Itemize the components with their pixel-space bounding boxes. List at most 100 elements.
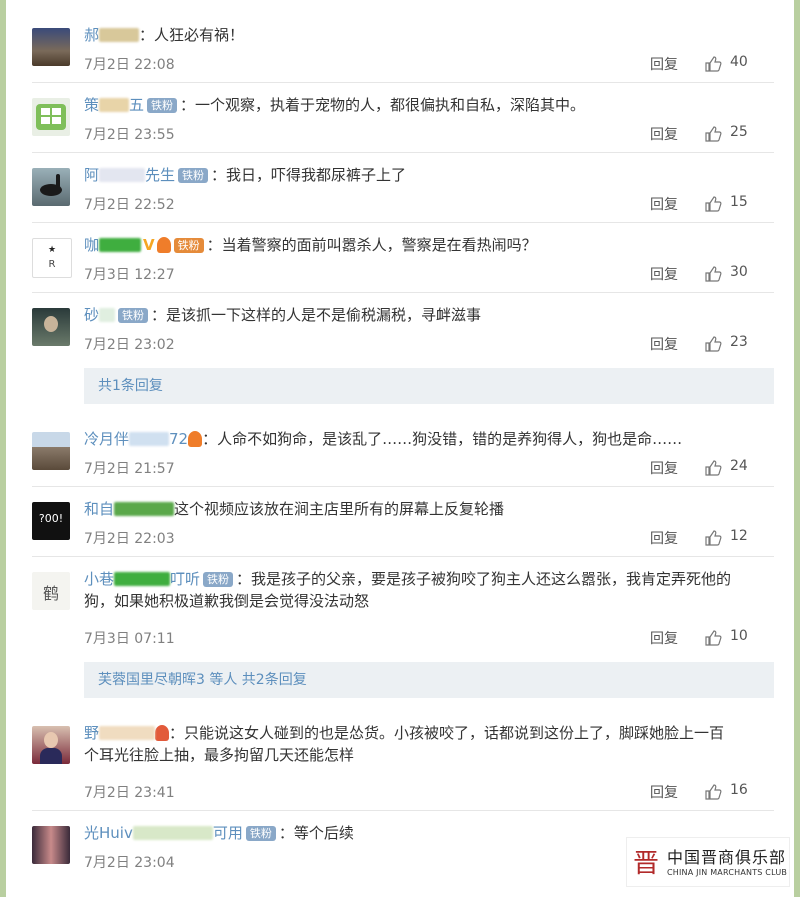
reply-button[interactable]: 回复: [650, 458, 678, 478]
thumbs-up-icon: [705, 530, 722, 546]
fan-medal-icon: [155, 725, 170, 741]
timestamp: 7月2日 22:52: [84, 197, 175, 213]
username[interactable]: 策: [84, 96, 99, 114]
thumbs-up-icon: [705, 266, 722, 282]
like-count: 15: [730, 194, 748, 210]
fan-medal-icon: [188, 431, 203, 447]
redacted-name: [99, 28, 140, 42]
fan-badge: 铁粉: [147, 98, 178, 113]
thumbs-up-icon: [705, 56, 722, 72]
divider: [32, 292, 774, 293]
timestamp: 7月2日 23:04: [84, 855, 175, 871]
comment-meta: 7月2日 22:03 回复 12: [84, 528, 774, 548]
reply-button[interactable]: 回复: [650, 782, 678, 802]
comment-meta: 7月3日 07:11 回复 10: [84, 628, 774, 648]
comment-text: ：我是孩子的父亲，要是孩子被狗咬了狗主人还这么嚣张，我肯定弄死他的: [236, 570, 732, 588]
redacted-name: [99, 726, 156, 740]
avatar[interactable]: [32, 168, 70, 206]
avatar[interactable]: [32, 28, 70, 66]
comment-meta: 7月3日 12:27 回复 30: [84, 264, 774, 284]
comment-text: ：是该抓一下这样的人是不是偷税漏税，寻衅滋事: [151, 306, 482, 324]
redacted-name: [99, 308, 116, 322]
username[interactable]: 光Huiv: [84, 824, 133, 842]
comment-text: ：只能说这女人碰到的也是怂货。小孩被咬了，话都说到这份上了，脚踩她脸上一百: [169, 724, 725, 742]
timestamp: 7月2日 23:55: [84, 127, 175, 143]
redacted-name: [114, 502, 175, 516]
username[interactable]: 阿: [84, 166, 99, 184]
thumbs-up-icon: [705, 196, 722, 212]
username[interactable]: 和自: [84, 500, 114, 518]
watermark-emblem: 晋: [633, 849, 660, 879]
avatar[interactable]: [32, 826, 70, 864]
like-count: 30: [730, 264, 748, 280]
page-frame-right: [794, 0, 800, 897]
username[interactable]: 郝: [84, 26, 99, 44]
like-count: 40: [730, 54, 748, 70]
redacted-name: [99, 238, 142, 252]
username-suffix[interactable]: 叮听: [170, 570, 200, 588]
redacted-name: [99, 98, 130, 112]
comment-meta: 7月2日 22:52 回复 15: [84, 194, 774, 214]
redacted-name: [132, 826, 213, 840]
username-suffix[interactable]: 五: [129, 96, 144, 114]
comment-meta: 7月2日 23:02 回复 23: [84, 334, 774, 354]
avatar[interactable]: [32, 308, 70, 346]
username[interactable]: 砂: [84, 306, 99, 324]
username[interactable]: 野: [84, 724, 99, 742]
username-suffix[interactable]: 72: [169, 430, 188, 448]
comment-text: 这个视频应该放在涧主店里所有的屏幕上反复轮播: [174, 500, 505, 518]
avatar[interactable]: [32, 432, 70, 470]
reply-button[interactable]: 回复: [650, 528, 678, 548]
redacted-name: [99, 168, 146, 182]
fan-badge: 铁粉: [178, 168, 209, 183]
avatar[interactable]: 鹤: [32, 572, 70, 610]
timestamp: 7月2日 21:57: [84, 461, 175, 477]
divider: [32, 486, 774, 487]
thumbs-up-icon: [705, 336, 722, 352]
thumbs-up-icon: [705, 784, 722, 800]
like-count: 10: [730, 628, 748, 644]
divider: [32, 556, 774, 557]
comment-text: ：人狂必有祸！: [139, 26, 245, 44]
username[interactable]: 咖: [84, 236, 99, 254]
avatar[interactable]: ?00!: [32, 502, 70, 540]
comment-meta: 7月2日 23:55 回复 25: [84, 124, 774, 144]
comment-text: ：等个后续: [278, 824, 354, 842]
divider: [32, 152, 774, 153]
username-suffix[interactable]: 可用: [213, 824, 243, 842]
comment-text: ：人命不如狗命，是该乱了……狗没错，错的是养狗得人，狗也是命……: [202, 430, 683, 448]
avatar[interactable]: [32, 98, 70, 136]
like-count: 25: [730, 124, 748, 140]
fan-badge: 铁粉: [173, 238, 204, 253]
username[interactable]: 冷月伴: [84, 430, 129, 448]
timestamp: 7月3日 12:27: [84, 267, 175, 283]
comment-text-continued: 狗，如果她积极道歉我倒是会觉得没法动怒: [84, 592, 370, 610]
username[interactable]: 小巷: [84, 570, 114, 588]
reply-button[interactable]: 回复: [650, 124, 678, 144]
reply-button[interactable]: 回复: [650, 334, 678, 354]
comment-text-continued: 个耳光往脸上抽，最多拘留几天还能怎样: [84, 746, 355, 764]
view-replies-link[interactable]: 芙蓉国里尽朝晖3 等人 共2条回复: [84, 662, 774, 698]
view-replies-link[interactable]: 共1条回复: [84, 368, 774, 404]
username-suffix[interactable]: 先生: [145, 166, 175, 184]
timestamp: 7月2日 22:03: [84, 531, 175, 547]
watermark-logo: 晋 中国晋商俱乐部 CHINA JIN MARCHANTS CLUB: [626, 837, 790, 887]
reply-button[interactable]: 回复: [650, 194, 678, 214]
avatar[interactable]: [32, 726, 70, 764]
watermark-subtitle: CHINA JIN MARCHANTS CLUB: [667, 868, 788, 877]
thumbs-up-icon: [705, 126, 722, 142]
divider: [32, 222, 774, 223]
comment-text: ：一个观察，执着于宠物的人，都很偏执和自私，深陷其中。: [180, 96, 586, 114]
reply-button[interactable]: 回复: [650, 628, 678, 648]
reply-button[interactable]: 回复: [650, 264, 678, 284]
timestamp: 7月2日 23:41: [84, 785, 175, 801]
fan-medal-icon: [156, 237, 171, 253]
comment-text: ：我日，吓得我都尿裤子上了: [211, 166, 407, 184]
comment-text: ：当着警察的面前叫嚣杀人，警察是在看热闹吗？: [206, 236, 537, 254]
like-count: 12: [730, 528, 748, 544]
divider: [32, 810, 774, 811]
verified-icon: V: [143, 236, 155, 254]
fan-badge: 铁粉: [245, 826, 276, 841]
avatar[interactable]: ★ R: [32, 238, 72, 278]
reply-button[interactable]: 回复: [650, 54, 678, 74]
